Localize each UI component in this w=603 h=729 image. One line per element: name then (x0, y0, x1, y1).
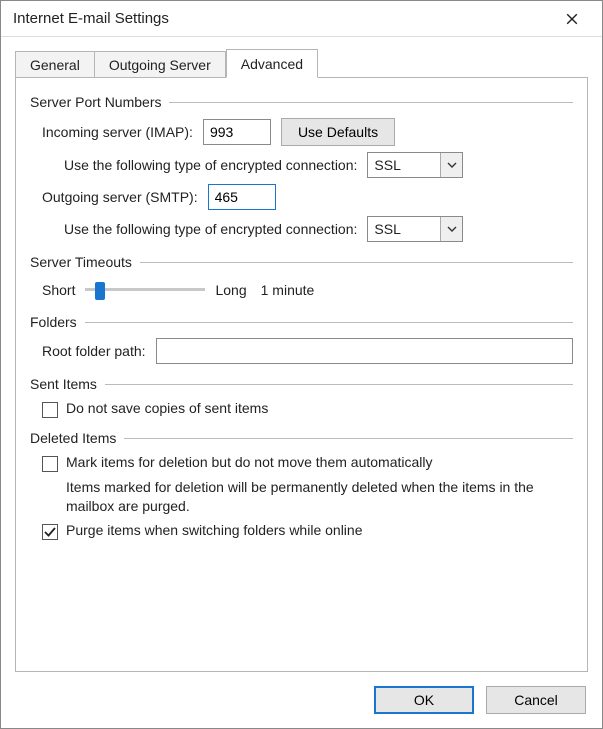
group-title-sent: Sent Items (30, 376, 97, 392)
chevron-down-icon (440, 153, 462, 177)
group-title-folders: Folders (30, 314, 77, 330)
titlebar: Internet E-mail Settings (1, 1, 602, 37)
tabstrip: General Outgoing Server Advanced (15, 47, 588, 77)
tab-advanced[interactable]: Advanced (226, 49, 318, 78)
no-save-copies-label: Do not save copies of sent items (66, 400, 268, 416)
incoming-server-label: Incoming server (IMAP): (42, 124, 193, 140)
root-folder-input[interactable] (156, 338, 573, 364)
cancel-button[interactable]: Cancel (486, 686, 586, 714)
window-title: Internet E-mail Settings (13, 10, 552, 27)
timeout-value: 1 minute (261, 282, 315, 298)
tab-general[interactable]: General (15, 51, 95, 78)
incoming-encryption-value: SSL (368, 153, 440, 177)
tab-outgoing-server[interactable]: Outgoing Server (95, 51, 226, 78)
purge-on-switch-label: Purge items when switching folders while… (66, 522, 362, 538)
close-icon (566, 13, 578, 25)
group-title-server-ports: Server Port Numbers (30, 94, 161, 110)
mark-for-deletion-helper: Items marked for deletion will be perman… (66, 478, 573, 516)
server-port-numbers-group: Server Port Numbers Incoming server (IMA… (30, 94, 573, 242)
timeout-slider[interactable] (85, 278, 205, 302)
folders-group: Folders Root folder path: (30, 314, 573, 364)
button-bar: OK Cancel (1, 672, 602, 728)
use-defaults-button[interactable]: Use Defaults (281, 118, 395, 146)
incoming-port-input[interactable] (203, 119, 271, 145)
mark-for-deletion-checkbox[interactable] (42, 456, 58, 472)
content-area: General Outgoing Server Advanced Server … (1, 37, 602, 672)
timeout-long-label: Long (215, 282, 246, 298)
no-save-copies-checkbox[interactable] (42, 402, 58, 418)
slider-thumb[interactable] (95, 282, 105, 300)
outgoing-server-label: Outgoing server (SMTP): (42, 189, 198, 205)
chevron-down-icon (440, 217, 462, 241)
server-timeouts-group: Server Timeouts Short Long 1 minute (30, 254, 573, 302)
purge-on-switch-checkbox[interactable] (42, 524, 58, 540)
ok-button[interactable]: OK (374, 686, 474, 714)
group-title-deleted: Deleted Items (30, 430, 116, 446)
mark-for-deletion-label: Mark items for deletion but do not move … (66, 454, 433, 470)
incoming-encryption-label: Use the following type of encrypted conn… (64, 157, 357, 173)
tab-advanced-body: Server Port Numbers Incoming server (IMA… (15, 77, 588, 672)
outgoing-encryption-label: Use the following type of encrypted conn… (64, 221, 357, 237)
outgoing-encryption-select[interactable]: SSL (367, 216, 463, 242)
deleted-items-group: Deleted Items Mark items for deletion bu… (30, 430, 573, 540)
outgoing-port-input[interactable] (208, 184, 276, 210)
group-title-timeouts: Server Timeouts (30, 254, 132, 270)
timeout-short-label: Short (42, 282, 75, 298)
sent-items-group: Sent Items Do not save copies of sent it… (30, 376, 573, 418)
root-folder-label: Root folder path: (42, 343, 146, 359)
incoming-encryption-select[interactable]: SSL (367, 152, 463, 178)
outgoing-encryption-value: SSL (368, 217, 440, 241)
close-button[interactable] (552, 4, 592, 34)
email-settings-dialog: Internet E-mail Settings General Outgoin… (0, 0, 603, 729)
